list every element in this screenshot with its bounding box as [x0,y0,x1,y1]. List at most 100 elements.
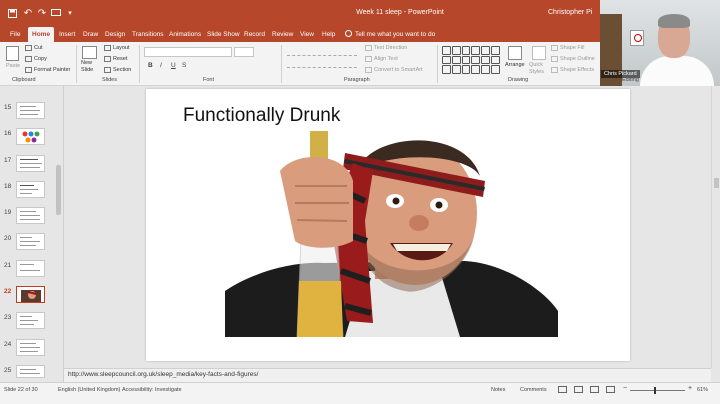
paintbrush-icon [25,67,32,73]
drunk-man-photo[interactable] [225,131,558,337]
alignment-buttons[interactable] [287,60,357,68]
tab-home[interactable]: Home [28,27,55,42]
undo-icon[interactable]: ↶ [22,6,34,20]
slide-thumbnail[interactable] [16,128,45,145]
zoom-in-button[interactable]: + [688,385,692,392]
quick-styles-icon[interactable] [532,46,546,60]
thumbnail-number: 24 [4,341,12,348]
normal-view-icon[interactable] [558,386,567,393]
zoom-out-button[interactable]: − [623,385,627,392]
slide-thumbnail[interactable] [16,312,45,329]
slideshow-view-icon[interactable] [606,386,615,393]
lightbulb-icon [345,30,352,37]
arrange-button[interactable]: Arrange [505,62,525,68]
list-buttons[interactable] [287,48,357,56]
tell-me-search[interactable]: Tell me what you want to do [345,27,435,42]
notes-toggle[interactable]: Notes [491,387,505,393]
thumbnail-scroll-thumb[interactable] [56,165,61,215]
tab-file[interactable]: File [6,27,24,42]
smartart-label: Convert to SmartArt [374,67,423,73]
new-slide-button[interactable]: New Slide [81,60,101,74]
text-direction-button[interactable]: Text Direction [365,45,407,51]
shape-outline-button[interactable]: Shape Outline [551,56,595,62]
slide-thumbnail[interactable] [16,260,45,277]
strikethrough-button[interactable]: S [182,62,186,69]
layout-button[interactable]: Layout [104,45,130,51]
bold-button[interactable]: B [148,62,153,69]
language-indicator[interactable]: English (United Kingdom) [58,387,120,393]
shape-effects-label: Shape Effects [560,67,595,73]
save-icon[interactable] [6,6,18,20]
comments-toggle[interactable]: Comments [520,387,547,393]
font-size-box[interactable] [234,47,254,57]
slide-thumbnail[interactable] [16,102,45,119]
thumbnail-number: 23 [4,314,12,321]
slide-thumbnail[interactable] [16,365,45,378]
slide-thumbnail[interactable] [16,233,45,250]
tab-record[interactable]: Record [240,27,269,42]
scissors-icon [25,45,32,51]
reading-view-icon[interactable] [590,386,599,393]
redo-icon[interactable]: ↷ [37,6,47,20]
align-text-button[interactable]: Align Text [365,56,398,62]
thumbnail-number: 18 [4,183,12,190]
italic-button[interactable]: I [160,62,162,69]
layout-label: Layout [113,45,130,51]
slide-thumbnail[interactable] [16,339,45,356]
zoom-slider-handle[interactable] [654,387,656,394]
notes-text[interactable]: http://www.sleepcouncil.org.uk/sleep_med… [68,371,258,378]
quick-styles-button[interactable]: Quick Styles [529,62,551,76]
fill-icon [551,45,558,51]
format-painter-label: Format Painter [34,67,71,73]
tab-view[interactable]: View [296,27,318,42]
reset-button[interactable]: Reset [104,56,127,62]
thumbnail-number: 22 [4,288,12,295]
ribbon-tabs: File Home Insert Draw Design Transitions… [0,27,600,42]
slide-thumbnail[interactable] [16,207,45,224]
presenter-hair [658,14,690,28]
zoom-slider[interactable] [630,390,685,391]
present-icon[interactable] [50,6,62,20]
tab-design[interactable]: Design [101,27,129,42]
editor-scroll-thumb[interactable] [714,178,719,188]
slide-sorter-icon[interactable] [574,386,583,393]
arrange-icon[interactable] [508,46,522,60]
account-name[interactable]: Christopher Pi [548,9,592,16]
shape-effects-button[interactable]: Shape Effects [551,67,594,73]
current-slide[interactable]: Functionally Drunk [146,89,630,361]
ribbon-divider [281,45,282,83]
slide-thumbnail-selected[interactable] [16,286,45,303]
zoom-level[interactable]: 61% [697,387,708,393]
smartart-button[interactable]: Convert to SmartArt [365,67,423,73]
shape-fill-label: Shape Fill [560,45,585,51]
shapes-gallery[interactable] [442,46,500,74]
tab-slide-show[interactable]: Slide Show [203,27,244,42]
no-entry-sign [630,30,644,46]
tab-draw[interactable]: Draw [79,27,102,42]
group-label-clipboard: Clipboard [12,77,36,83]
notes-pane[interactable]: http://www.sleepcouncil.org.uk/sleep_med… [64,368,711,382]
editor-scrollbar[interactable] [711,86,720,368]
font-name-box[interactable] [144,47,232,57]
thumbnail-scrollbar[interactable] [55,93,62,373]
tab-review[interactable]: Review [268,27,297,42]
paste-icon[interactable] [6,46,19,61]
tab-animations[interactable]: Animations [165,27,205,42]
cut-button[interactable]: Cut [25,45,43,51]
slide-thumbnail[interactable] [16,181,45,198]
slide-thumbnail[interactable] [16,155,45,172]
shape-fill-button[interactable]: Shape Fill [551,45,584,51]
paste-button[interactable]: Paste [6,63,20,69]
format-painter-button[interactable]: Format Painter [25,67,70,73]
tab-insert[interactable]: Insert [55,27,79,42]
copy-button[interactable]: Copy [25,56,47,62]
customize-toolbar-icon[interactable]: ▾ [66,6,74,20]
tab-transitions[interactable]: Transitions [128,27,168,42]
section-button[interactable]: Section [104,67,131,73]
accessibility-checker[interactable]: Accessibility: Investigate [122,387,182,393]
tab-help[interactable]: Help [318,27,339,42]
new-slide-icon[interactable] [82,46,97,59]
slide-title[interactable]: Functionally Drunk [183,105,340,127]
underline-button[interactable]: U [171,62,176,69]
align-text-icon [365,56,372,62]
